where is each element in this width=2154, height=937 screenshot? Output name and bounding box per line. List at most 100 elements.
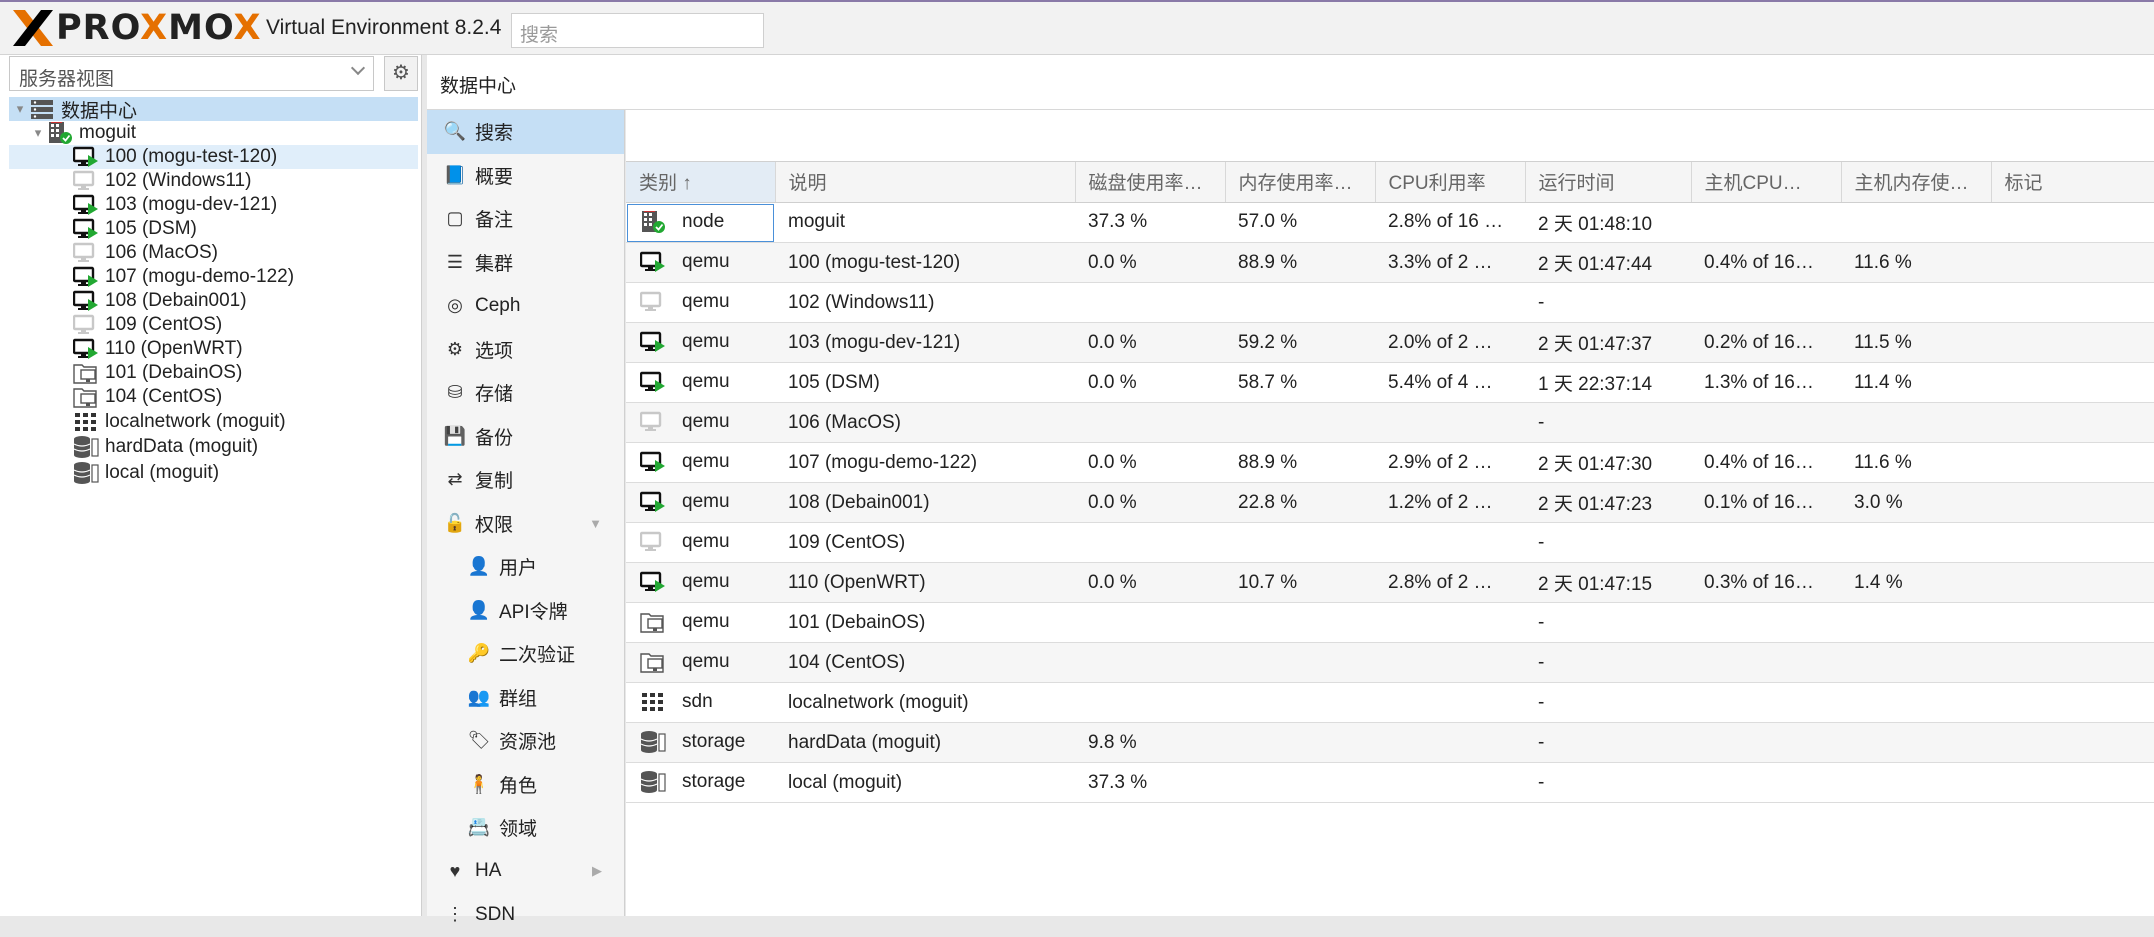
table-row[interactable]: qemu 100 (mogu-test-120) 0.0 % 88.9 % 3.3% o… bbox=[626, 242, 2154, 283]
tree-node[interactable]: 105 (DSM) bbox=[9, 217, 418, 241]
tree-node[interactable]: 108 (Debain001) bbox=[9, 289, 418, 313]
tree-node[interactable]: hardData (moguit) bbox=[9, 435, 418, 461]
global-search-input[interactable]: 搜索 bbox=[511, 13, 764, 48]
menu-item-label: 二次验证 bbox=[499, 645, 576, 667]
tree-node[interactable]: 104 (CentOS) bbox=[9, 385, 418, 409]
table-row[interactable]: qemu 108 (Debain001) 0.0 % 22.8 % 1.2% of 2 … bbox=[626, 482, 2154, 523]
column-header[interactable]: CPU利用率 bbox=[1375, 162, 1526, 203]
tree-expand-toggle[interactable]: ▾ bbox=[11, 101, 29, 117]
cell-disk: 0.0 % bbox=[1075, 442, 1225, 483]
column-header[interactable]: 内存使用率… bbox=[1225, 162, 1376, 203]
vm-stopped-icon bbox=[72, 241, 99, 265]
search-panel: 类别 ↑ 说明 磁盘使用率… 内存使用率… CPU利用率 运行时间 主机CPU… 主机内存使…… bbox=[626, 110, 2154, 916]
cell-uptime: - bbox=[1525, 282, 1691, 323]
menu-item[interactable]: ♥ HA ▶ bbox=[427, 850, 624, 894]
tree-node[interactable]: 101 (DebainOS) bbox=[9, 361, 418, 385]
column-header[interactable]: 主机CPU… bbox=[1691, 162, 1842, 203]
menu-item[interactable]: ◎ Ceph bbox=[427, 284, 624, 328]
vm-running-icon bbox=[639, 370, 666, 394]
type-label: qemu bbox=[682, 411, 730, 432]
table-row[interactable]: qemu 102 (Windows11) - bbox=[626, 282, 2154, 323]
table-row[interactable]: storage hardData (moguit) 9.8 % - bbox=[626, 722, 2154, 763]
menu-item[interactable]: 💾 备份 bbox=[427, 415, 624, 459]
table-row[interactable]: qemu 104 (CentOS) - bbox=[626, 642, 2154, 683]
table-row[interactable]: qemu 109 (CentOS) - bbox=[626, 522, 2154, 563]
key-icon: 🔑 bbox=[467, 643, 491, 664]
type-cell: qemu bbox=[626, 443, 775, 483]
vm-running-icon bbox=[639, 490, 666, 514]
table-row[interactable]: node moguit 37.3 % 57.0 % 2.8% of 16 … 2 天 01… bbox=[626, 202, 2154, 243]
menu-item[interactable]: 👤 用户 bbox=[427, 545, 624, 589]
tree-node[interactable]: 109 (CentOS) bbox=[9, 313, 418, 337]
menu-item[interactable]: ⋮ SDN bbox=[427, 893, 624, 937]
tree-node[interactable]: 110 (OpenWRT) bbox=[9, 337, 418, 361]
menu-item[interactable]: 🔍 搜索 bbox=[427, 110, 624, 154]
cell-tags bbox=[1991, 322, 2154, 363]
cell-mem: 58.7 % bbox=[1225, 362, 1375, 403]
proxmox-logo[interactable]: PROXMOX bbox=[11, 7, 261, 49]
tree-settings-button[interactable]: ⚙ bbox=[384, 56, 418, 91]
table-row[interactable]: qemu 107 (mogu-demo-122) 0.0 % 88.9 % 2.9% o… bbox=[626, 442, 2154, 483]
template-icon bbox=[640, 650, 666, 674]
menu-item[interactable]: 🏷 资源池 bbox=[427, 719, 624, 763]
vm-stopped-icon bbox=[72, 169, 99, 193]
tree-node[interactable]: 100 (mogu-test-120) bbox=[9, 145, 418, 169]
table-row[interactable]: qemu 103 (mogu-dev-121) 0.0 % 59.2 % 2.0% of… bbox=[626, 322, 2154, 363]
cell-hmem: 1.4 % bbox=[1841, 562, 1991, 603]
tree-node[interactable]: localnetwork (moguit) bbox=[9, 409, 418, 435]
tree-expand-toggle[interactable]: ▾ bbox=[29, 125, 47, 141]
table-row[interactable]: qemu 106 (MacOS) - bbox=[626, 402, 2154, 443]
cell-mem bbox=[1225, 722, 1375, 763]
type-label: qemu bbox=[682, 251, 730, 272]
tree-node[interactable]: 107 (mogu-demo-122) bbox=[9, 265, 418, 289]
cell-tags bbox=[1991, 282, 2154, 323]
cell-cpu bbox=[1375, 722, 1525, 763]
menu-item[interactable]: 📘 概要 bbox=[427, 154, 624, 198]
tree-node[interactable]: local (moguit) bbox=[9, 460, 418, 486]
menu-item[interactable]: ⇄ 复制 bbox=[427, 458, 624, 502]
cell-hmem: 11.6 % bbox=[1841, 242, 1991, 283]
menu-item[interactable]: 🧍 角色 bbox=[427, 763, 624, 807]
column-header[interactable]: 类别 ↑ bbox=[626, 162, 776, 203]
tree-node[interactable]: ▾ moguit bbox=[9, 121, 418, 145]
table-row[interactable]: qemu 105 (DSM) 0.0 % 58.7 % 5.4% of 4 … 1 天 2… bbox=[626, 362, 2154, 403]
table-row[interactable]: storage local (moguit) 37.3 % - bbox=[626, 762, 2154, 803]
cell-mem bbox=[1225, 402, 1375, 443]
menu-item-label: 搜索 bbox=[475, 123, 514, 145]
tree-node[interactable]: 103 (mogu-dev-121) bbox=[9, 193, 418, 217]
menu-item[interactable]: ⛁ 存储 bbox=[427, 371, 624, 415]
menu-item[interactable]: 🔓 权限 ▼ bbox=[427, 502, 624, 546]
table-row[interactable]: sdn localnetwork (moguit) - bbox=[626, 682, 2154, 723]
menu-item[interactable]: ▢ 备注 bbox=[427, 197, 624, 241]
type-label: qemu bbox=[682, 291, 730, 312]
menu-item[interactable]: 📇 领域 bbox=[427, 806, 624, 850]
tree-node-label: 101 (DebainOS) bbox=[105, 362, 243, 383]
table-row[interactable]: qemu 110 (OpenWRT) 0.0 % 10.7 % 2.8% of 2 … 2… bbox=[626, 562, 2154, 603]
menu-item-label: 备份 bbox=[475, 427, 514, 449]
storage-icon bbox=[640, 730, 666, 754]
tree-node[interactable]: 102 (Windows11) bbox=[9, 169, 418, 193]
column-header[interactable]: 运行时间 bbox=[1525, 162, 1692, 203]
vm-stopped-icon bbox=[639, 530, 666, 554]
tree-node[interactable]: 106 (MacOS) bbox=[9, 241, 418, 265]
column-header[interactable]: 主机内存使… bbox=[1841, 162, 1992, 203]
ceph-icon: ◎ bbox=[447, 295, 463, 316]
vm-running-icon bbox=[639, 450, 666, 474]
tags-icon: 🏷 bbox=[467, 730, 491, 751]
view-select[interactable]: 服务器视图 bbox=[9, 56, 374, 91]
tree-node[interactable]: ▾ 数据中心 bbox=[9, 97, 418, 122]
menu-item[interactable]: ☰ 集群 bbox=[427, 241, 624, 285]
datacenter-menu: 🔍 搜索 📘 概要 ▢ 备注 ☰ 集群 ◎ Ceph ⚙ 选项 ⛁ 存储 💾 备份 ⇄ 复制 🔓 权限 ▼ 👤 用户 👤 API… bbox=[427, 110, 625, 925]
column-header[interactable]: 说明 bbox=[775, 162, 1076, 203]
menu-item[interactable]: 👥 群组 bbox=[427, 676, 624, 720]
cell-desc: moguit bbox=[775, 202, 1075, 243]
column-header[interactable]: 标记 bbox=[1991, 162, 2154, 203]
menu-item[interactable]: 🔑 二次验证 bbox=[427, 632, 624, 676]
table-row[interactable]: qemu 101 (DebainOS) - bbox=[626, 602, 2154, 643]
vm-running-icon bbox=[639, 250, 666, 274]
column-header[interactable]: 磁盘使用率… bbox=[1075, 162, 1226, 203]
tree-node-label: hardData (moguit) bbox=[105, 436, 259, 458]
vm-stopped-icon bbox=[72, 313, 99, 337]
menu-item[interactable]: ⚙ 选项 bbox=[427, 328, 624, 372]
menu-item[interactable]: 👤 API令牌 bbox=[427, 589, 624, 633]
